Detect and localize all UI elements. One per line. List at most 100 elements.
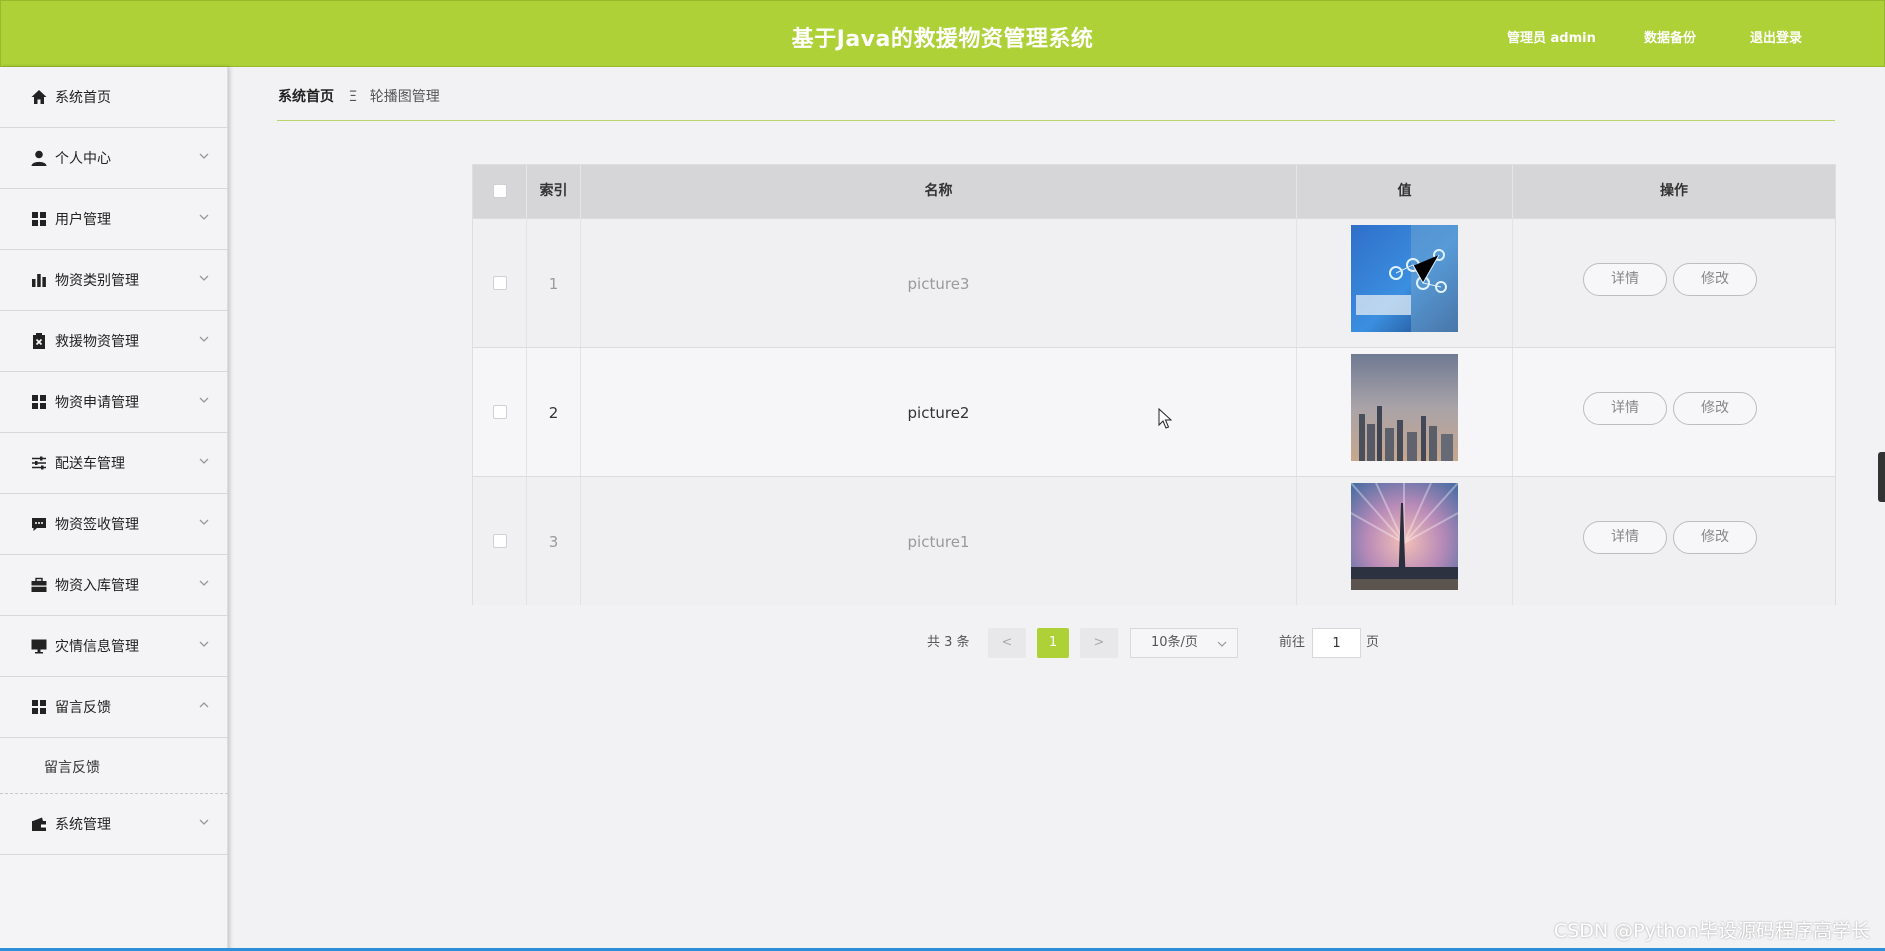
sidebar-item-label: 留言反馈 [55,700,111,716]
row-name: picture2 [907,404,970,422]
row-name: picture3 [907,275,970,293]
row-name-cell: picture2 [581,348,1297,476]
select-all-checkbox[interactable] [493,184,507,198]
page-size-value: 10条/页 [1151,635,1198,650]
row-checkbox[interactable] [493,276,507,290]
chevron-down-icon [199,641,209,647]
sidebar-item-label: 用户管理 [55,212,111,228]
row-checkbox-cell [473,477,527,605]
watermark: CSDN @Python毕设源码程序高学长 [1553,920,1870,942]
column-header-name: 名称 [581,165,1297,218]
row-index: 1 [548,275,559,293]
row-index: 3 [548,533,559,551]
row-checkbox-cell [473,219,527,347]
user-icon [31,150,47,166]
row-index: 2 [548,404,559,422]
bar-chart-icon [32,274,46,287]
edit-button[interactable]: 修改 [1673,392,1757,425]
sidebar-item-label: 物资签收管理 [55,517,139,533]
page-1-button[interactable]: 1 [1037,628,1069,658]
sidebar-subitem-feedback[interactable]: 留言反馈 [0,738,228,794]
sidebar-item-label: 物资类别管理 [55,273,139,289]
sidebar-item-label: 物资申请管理 [55,395,139,411]
sidebar-item-feedback[interactable]: 留言反馈 [0,677,228,738]
monitor-icon [31,639,47,654]
sidebar-item-user-management[interactable]: 用户管理 [0,189,228,250]
sidebar-item-disaster-info[interactable]: 灾情信息管理 [0,616,228,677]
breadcrumb-home[interactable]: 系统首页 [278,89,334,105]
header-checkbox-cell [473,165,527,218]
chevron-down-icon [199,214,209,220]
prev-page-button[interactable]: < [988,628,1026,658]
breadcrumb: 系统首页 Ξ 轮播图管理 [278,86,440,106]
sliders-icon [32,456,46,470]
sidebar-subitem-label: 留言反馈 [44,760,100,776]
sidebar-item-system-management[interactable]: 系统管理 [0,794,228,855]
column-header-value: 值 [1297,165,1513,218]
table-header: 索引 名称 值 操作 [473,165,1835,218]
scrollbar-thumb[interactable] [1878,452,1885,502]
mouse-cursor-icon [1158,408,1172,429]
app-title: 基于Java的救援物资管理系统 [791,27,1094,52]
sidebar-item-label: 个人中心 [55,151,111,167]
sidebar-item-receipt-management[interactable]: 物资签收管理 [0,494,228,555]
row-checkbox[interactable] [493,534,507,548]
sidebar-item-rescue-supplies[interactable]: 救援物资管理 [0,311,228,372]
medical-tech-image [1351,225,1458,332]
chevron-down-icon [199,275,209,281]
grid-icon [32,700,46,714]
row-value-cell [1297,348,1513,476]
edit-button[interactable]: 修改 [1673,263,1757,296]
sidebar-item-vehicle-management[interactable]: 配送车管理 [0,433,228,494]
row-actions-cell: 详情 修改 [1513,219,1835,347]
sidebar-item-supply-requests[interactable]: 物资申请管理 [0,372,228,433]
pagination-total: 共 3 条 [927,635,970,650]
goto-label: 前往 [1279,635,1306,650]
chevron-down-icon [199,336,209,342]
home-icon [31,90,47,104]
briefcase-icon [31,577,47,592]
clipboard-x-icon [33,333,45,349]
row-actions-cell: 详情 修改 [1513,348,1835,476]
comment-icon [32,518,46,531]
row-actions-cell: 详情 修改 [1513,477,1835,605]
edit-button[interactable]: 修改 [1673,521,1757,554]
chevron-down-icon [199,458,209,464]
city-skyline-image [1351,354,1458,461]
chevron-down-icon [199,153,209,159]
top-header: 基于Java的救援物资管理系统 管理员 admin 数据备份 退出登录 [0,0,1885,67]
detail-button[interactable]: 详情 [1583,521,1667,554]
sidebar-item-label: 系统首页 [55,90,111,106]
sidebar-item-home[interactable]: 系统首页 [0,67,228,128]
column-header-index: 索引 [527,165,581,218]
row-value-cell [1297,477,1513,605]
row-checkbox[interactable] [493,405,507,419]
row-index-cell: 2 [527,348,581,476]
detail-button[interactable]: 详情 [1583,263,1667,296]
table-row: 2 picture2 详情 修改 [473,347,1835,476]
chevron-down-icon [199,519,209,525]
sidebar-item-category-management[interactable]: 物资类别管理 [0,250,228,311]
row-index-cell: 3 [527,477,581,605]
next-page-button[interactable]: > [1080,628,1118,658]
goto-page-input[interactable] [1312,628,1361,658]
table-row: 1 picture3 详情 修改 [473,218,1835,347]
row-index-cell: 1 [527,219,581,347]
chevron-down-icon [199,819,209,825]
sidebar-item-warehouse-management[interactable]: 物资入库管理 [0,555,228,616]
table-row: 3 picture1 详情 修改 [473,476,1835,605]
row-checkbox-cell [473,348,527,476]
logout-link[interactable]: 退出登录 [1750,27,1802,46]
wallet-icon [32,817,46,831]
admin-user-link[interactable]: 管理员 admin [1507,27,1596,46]
tower-sunset-image [1351,483,1458,590]
detail-button[interactable]: 详情 [1583,392,1667,425]
data-backup-link[interactable]: 数据备份 [1644,27,1696,46]
breadcrumb-current: 轮播图管理 [369,89,440,105]
sidebar-item-label: 灾情信息管理 [55,639,139,655]
sidebar-item-personal-center[interactable]: 个人中心 [0,128,228,189]
page-size-select[interactable]: 10条/页 [1130,628,1238,658]
grid-icon [32,395,46,409]
row-value-cell [1297,219,1513,347]
sidebar-item-label: 物资入库管理 [55,578,139,594]
